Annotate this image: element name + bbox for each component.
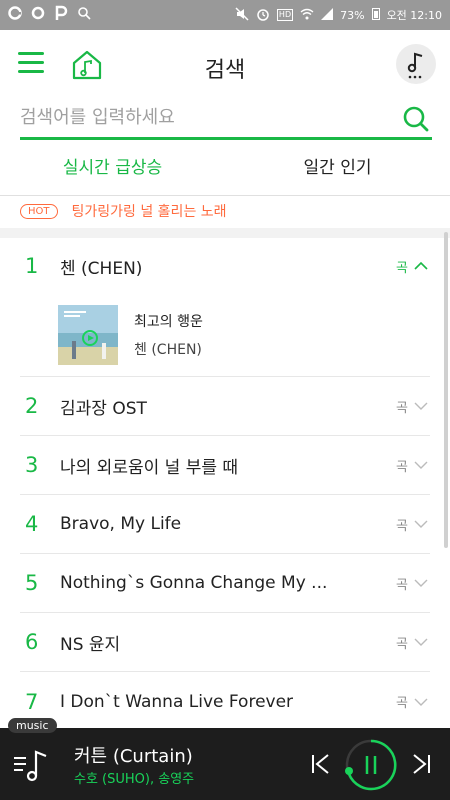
ranking-row-3[interactable]: 3 나의 외로움이 널 부를 때 곡 bbox=[20, 436, 430, 495]
clock: 오전 12:10 bbox=[386, 9, 442, 22]
search-button[interactable] bbox=[402, 105, 430, 133]
battery-text: 73% bbox=[340, 8, 365, 22]
app-o-icon bbox=[31, 6, 45, 24]
chevron-down-icon[interactable] bbox=[414, 460, 428, 470]
music-tag: music bbox=[8, 718, 57, 733]
chevron-down-icon[interactable] bbox=[414, 637, 428, 647]
search-bar bbox=[20, 98, 432, 140]
album-cover-image bbox=[58, 305, 118, 365]
chevron-down-icon[interactable] bbox=[414, 578, 428, 588]
ranking-keyword: NS 윤지 bbox=[60, 634, 121, 655]
chevron-down-icon[interactable] bbox=[414, 519, 428, 529]
ranking-row-7[interactable]: 7 I Don`t Wanna Live Forever 곡 bbox=[20, 672, 430, 731]
album-art bbox=[58, 305, 118, 365]
ranking-row-header[interactable]: 1 첸 (CHEN) 곡 bbox=[20, 238, 430, 294]
hot-keyword-link[interactable]: 팅가링가링 널 홀리는 노래 bbox=[72, 201, 227, 221]
ranking-row-1[interactable]: 1 첸 (CHEN) 곡 최고의 행운 첸 (CHEN) bbox=[20, 238, 430, 377]
playlist-icon bbox=[14, 750, 47, 782]
ranking-keyword: Nothing`s Gonna Change My ... bbox=[60, 573, 328, 593]
battery-icon bbox=[371, 7, 380, 23]
status-left-icons bbox=[8, 5, 91, 25]
mute-icon bbox=[235, 6, 249, 24]
next-button[interactable] bbox=[410, 752, 434, 776]
status-bar: HD 73% 오전 12:10 bbox=[0, 0, 450, 30]
category-label: 곡 bbox=[396, 577, 408, 593]
pause-icon bbox=[345, 739, 397, 791]
album-artist: 첸 (CHEN) bbox=[134, 342, 202, 358]
category-label: 곡 bbox=[396, 636, 408, 652]
skip-previous-icon bbox=[312, 754, 329, 774]
album-title: 최고의 행운 bbox=[134, 314, 203, 330]
rank-number: 5 bbox=[25, 571, 39, 595]
search-icon bbox=[403, 106, 429, 132]
ranking-row-6[interactable]: 6 NS 윤지 곡 bbox=[20, 613, 430, 672]
hd-icon: HD bbox=[276, 9, 294, 21]
chevron-down-icon[interactable] bbox=[414, 401, 428, 411]
ranking-row-2[interactable]: 2 김과장 OST 곡 bbox=[20, 377, 430, 436]
skip-next-icon bbox=[413, 754, 430, 774]
app-header: 검색 bbox=[0, 30, 450, 100]
track-artist: 수호 (SUHO), 송영주 bbox=[74, 772, 195, 787]
section-gap bbox=[0, 228, 450, 238]
chevron-up-icon[interactable] bbox=[414, 261, 428, 271]
previous-button[interactable] bbox=[308, 752, 332, 776]
ranking-keyword: Bravo, My Life bbox=[60, 514, 182, 534]
ranking-row-4[interactable]: 4 Bravo, My Life 곡 bbox=[20, 495, 430, 554]
hot-banner: HOT 팅가링가링 널 홀리는 노래 bbox=[0, 196, 450, 226]
signal-icon bbox=[321, 7, 334, 23]
scrollbar[interactable] bbox=[444, 232, 448, 548]
tab-daily[interactable]: 일간 인기 bbox=[225, 146, 450, 190]
ranking-list: 1 첸 (CHEN) 곡 최고의 행운 첸 (CHEN) 2 김과장 OST 곡… bbox=[0, 238, 450, 731]
page-title: 검색 bbox=[204, 58, 246, 83]
rank-number: 4 bbox=[25, 512, 39, 536]
hot-badge: HOT bbox=[20, 203, 58, 219]
search-input[interactable] bbox=[20, 107, 380, 128]
category-label: 곡 bbox=[396, 518, 408, 534]
rank-number: 6 bbox=[25, 630, 39, 654]
mini-player: music 커튼 (Curtain) 수호 (SUHO), 송영주 bbox=[0, 718, 450, 800]
rank-number: 3 bbox=[25, 453, 39, 477]
ranking-keyword: 김과장 OST bbox=[60, 398, 147, 419]
rank-number: 2 bbox=[25, 394, 39, 418]
pause-button[interactable] bbox=[344, 738, 398, 792]
track-title: 커튼 (Curtain) bbox=[74, 746, 193, 767]
ranking-keyword: 나의 외로움이 널 부를 때 bbox=[60, 457, 239, 478]
chevron-down-icon[interactable] bbox=[414, 697, 428, 707]
ranking-keyword: 첸 (CHEN) bbox=[60, 258, 143, 279]
search-icon bbox=[77, 6, 91, 24]
music-note-icon bbox=[407, 52, 423, 79]
rank-number: 7 bbox=[25, 689, 39, 714]
tab-realtime[interactable]: 실시간 급상승 bbox=[0, 146, 225, 190]
app-g-icon bbox=[8, 6, 22, 24]
alarm-icon bbox=[256, 7, 270, 24]
chart-tabs: 실시간 급상승 일간 인기 bbox=[0, 146, 450, 190]
category-label: 곡 bbox=[396, 696, 408, 711]
ranking-row-5[interactable]: 5 Nothing`s Gonna Change My ... 곡 bbox=[20, 554, 430, 613]
app-p-icon bbox=[54, 5, 68, 25]
category-label: 곡 bbox=[396, 260, 408, 276]
wifi-icon bbox=[300, 8, 314, 23]
rank-number: 1 bbox=[25, 254, 39, 278]
album-item[interactable]: 최고의 행운 첸 (CHEN) bbox=[20, 294, 430, 376]
ranking-keyword: I Don`t Wanna Live Forever bbox=[60, 691, 294, 712]
playlist-button[interactable] bbox=[12, 746, 52, 786]
category-label: 곡 bbox=[396, 459, 408, 475]
status-right: HD 73% 오전 12:10 bbox=[235, 6, 442, 24]
category-label: 곡 bbox=[396, 400, 408, 416]
album-info: 최고의 행운 첸 (CHEN) bbox=[134, 311, 203, 359]
my-music-button[interactable] bbox=[396, 44, 436, 84]
